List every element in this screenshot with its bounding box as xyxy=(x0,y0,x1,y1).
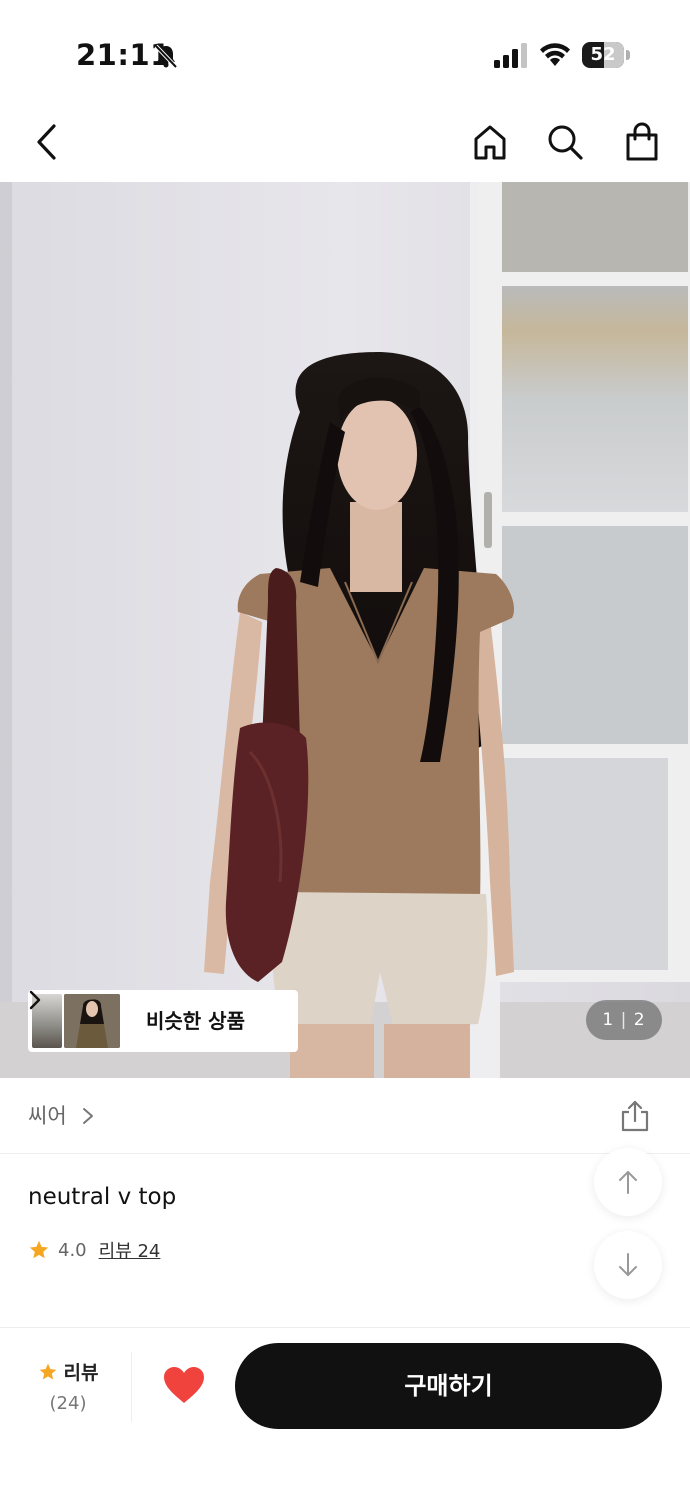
bell-slash-icon xyxy=(154,44,178,69)
review-link[interactable]: 리뷰 24 xyxy=(99,1237,161,1263)
heart-icon[interactable] xyxy=(162,1365,206,1405)
arrow-up-icon xyxy=(619,1171,637,1194)
similar-products-button[interactable]: 비슷한 상품 xyxy=(28,990,298,1052)
rating-row: 4.0 리뷰 24 xyxy=(28,1236,160,1264)
back-chevron-icon xyxy=(37,124,56,160)
review-summary-label: 리뷰 xyxy=(63,1362,99,1384)
top-nav-bar xyxy=(0,100,690,182)
scroll-up-button[interactable] xyxy=(594,1148,662,1216)
star-icon xyxy=(39,1363,56,1379)
chevron-right-icon[interactable] xyxy=(82,1107,94,1125)
chevron-right-icon xyxy=(29,990,41,1010)
search-icon xyxy=(548,125,583,160)
battery-percent: 52 xyxy=(590,44,616,65)
product-title: neutral v top xyxy=(28,1184,177,1210)
page-total: 2 xyxy=(633,1010,646,1030)
page-separator: | xyxy=(620,1010,628,1030)
star-icon xyxy=(29,1240,49,1259)
brand-link[interactable]: 씨어 xyxy=(28,1078,67,1154)
wifi-icon xyxy=(540,43,570,66)
back-button[interactable] xyxy=(24,120,68,164)
review-summary-count: (24) xyxy=(49,1393,87,1414)
home-icon xyxy=(474,125,506,160)
scroll-down-button[interactable] xyxy=(594,1231,662,1299)
divider xyxy=(131,1352,132,1422)
buy-button[interactable]: 구매하기 xyxy=(235,1343,662,1429)
shopping-bag-icon xyxy=(626,122,658,161)
cellular-signal-icon xyxy=(494,43,527,68)
similar-products-label: 비슷한 상품 xyxy=(146,1009,245,1033)
battery-icon: 52 xyxy=(582,42,630,68)
arrow-down-icon xyxy=(619,1253,637,1276)
review-summary-button[interactable]: 리뷰 (24) xyxy=(28,1358,108,1414)
rating-value: 4.0 xyxy=(58,1239,87,1261)
search-button[interactable] xyxy=(543,120,587,164)
product-photo xyxy=(0,182,690,1078)
status-bar: 21:11 52 xyxy=(0,0,690,100)
home-button[interactable] xyxy=(468,120,512,164)
cart-button[interactable] xyxy=(620,120,664,164)
share-icon[interactable] xyxy=(620,1100,650,1132)
bottom-action-bar: 리뷰 (24) 구매하기 xyxy=(0,1327,690,1500)
product-image[interactable]: 비슷한 상품 1 | 2 xyxy=(0,182,690,1078)
similar-thumbnail xyxy=(64,994,120,1048)
page-current: 1 xyxy=(602,1010,615,1030)
brand-row: 씨어 xyxy=(0,1078,690,1154)
image-page-indicator: 1 | 2 xyxy=(586,1000,662,1040)
